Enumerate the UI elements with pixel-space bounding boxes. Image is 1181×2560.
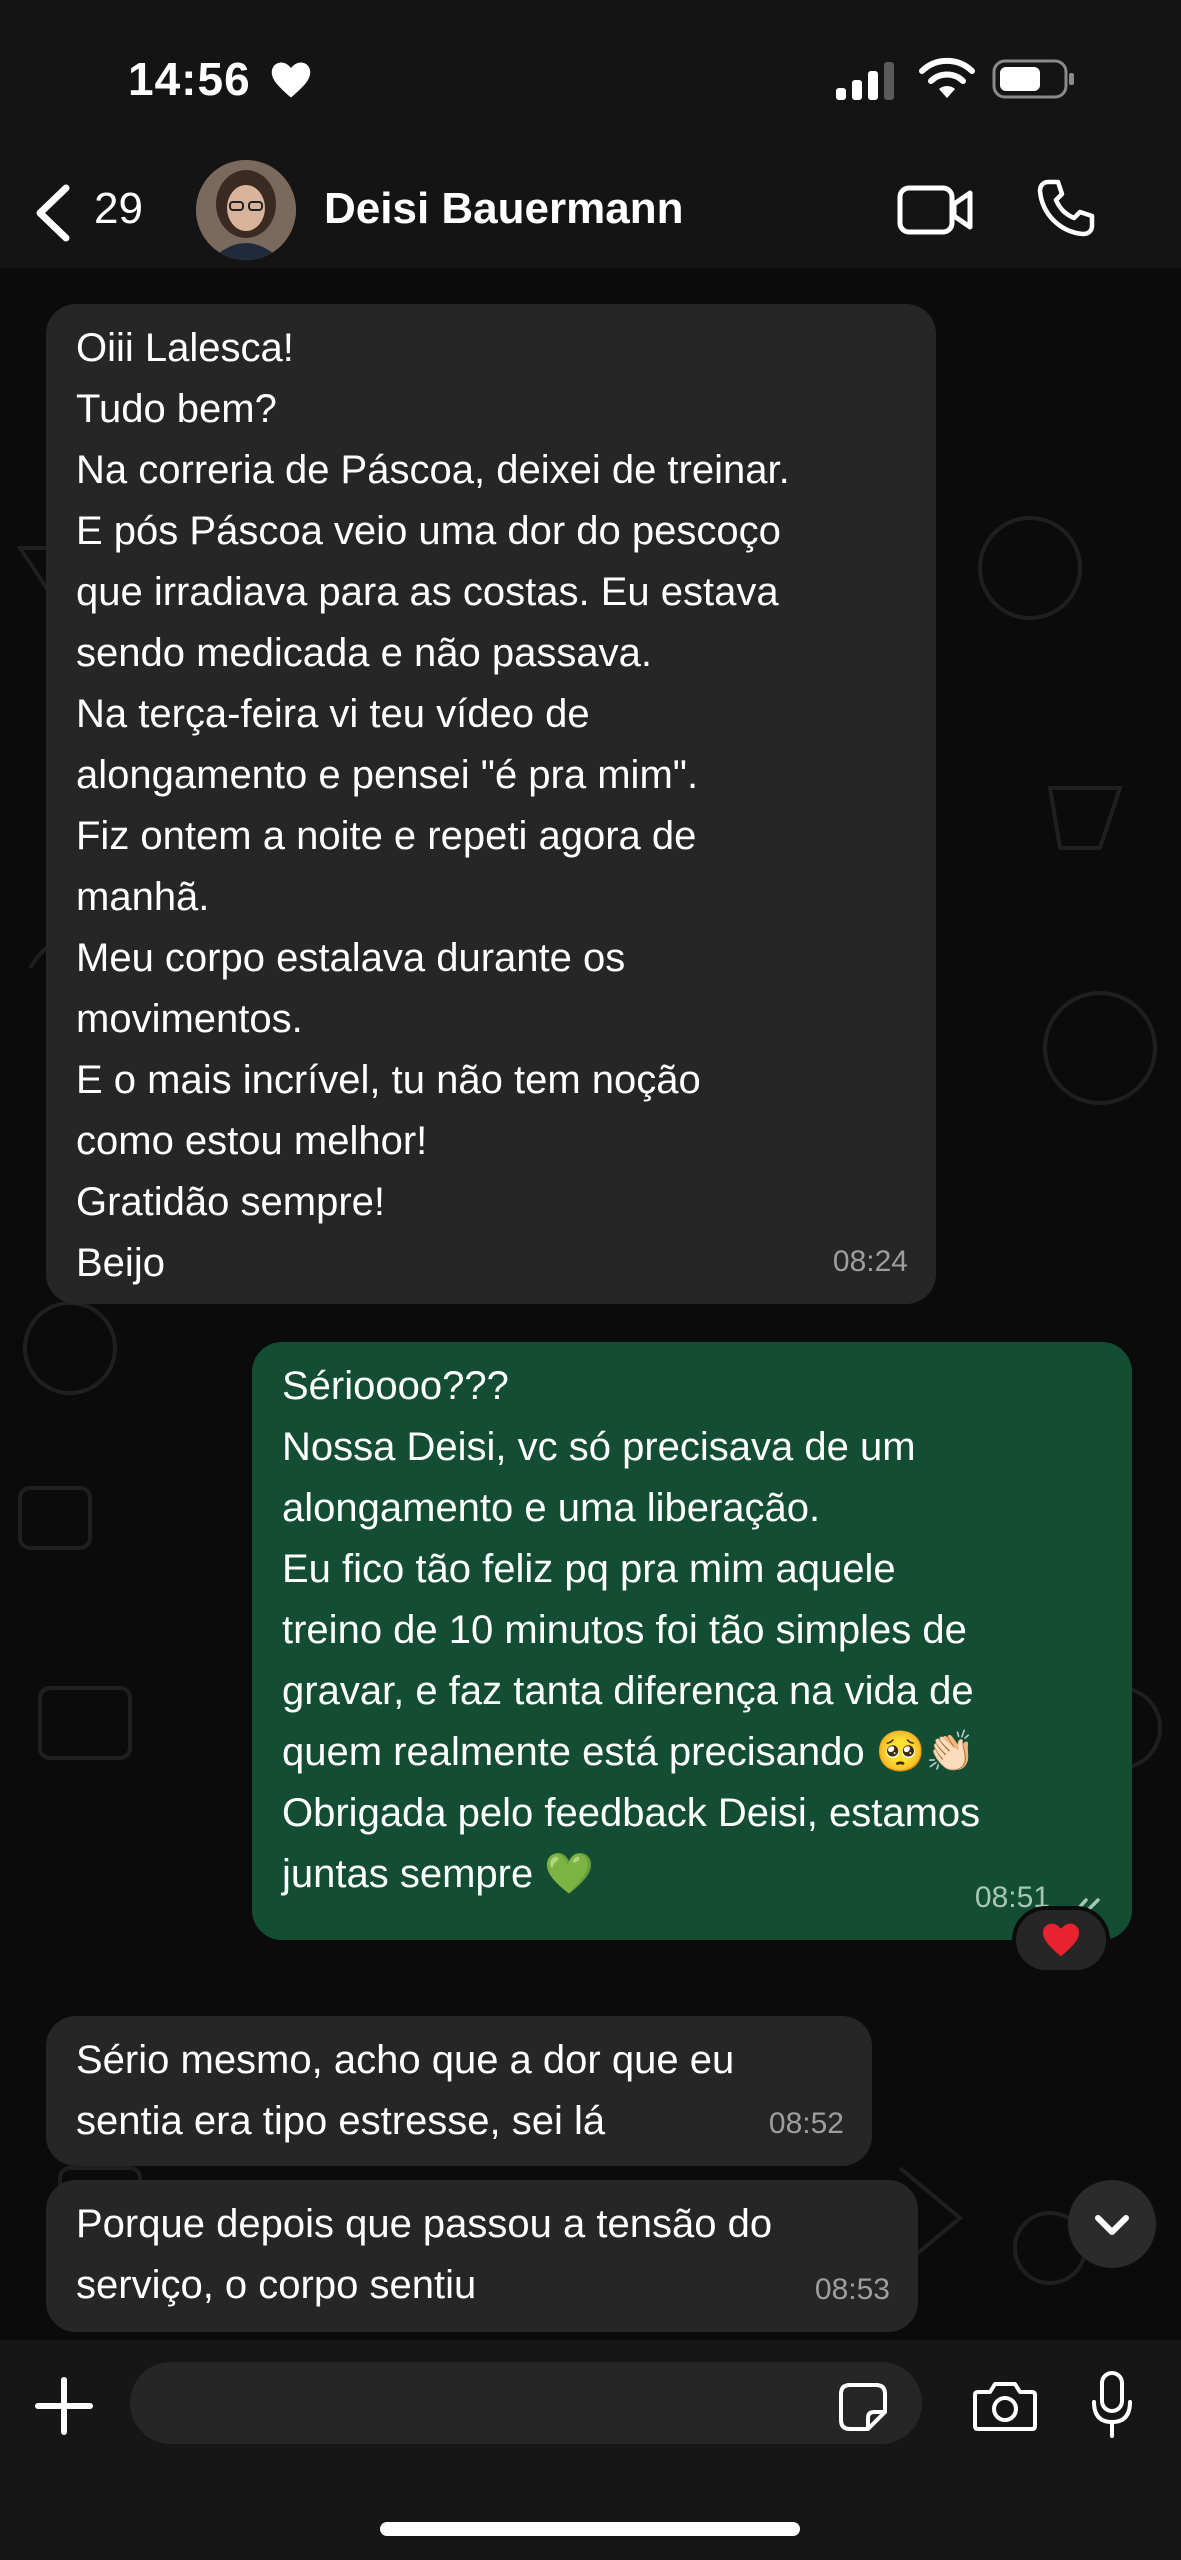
message-input[interactable] [130,2362,922,2444]
message-text: Oiii Lalesca! Tudo bem? Na correria de P… [76,326,790,1285]
message-bubble-incoming[interactable]: Porque depois que passou a tensão do ser… [46,2180,918,2332]
plus-icon[interactable] [34,2376,94,2436]
message-text: Sério mesmo, acho que a dor que eu senti… [76,2038,735,2143]
status-time: 14:56 [128,53,251,105]
sticker-icon[interactable] [838,2382,888,2432]
chat-area[interactable]: Oiii Lalesca! Tudo bem? Na correria de P… [0,268,1181,2340]
unread-count[interactable]: 29 [94,184,143,234]
camera-icon[interactable] [972,2378,1038,2434]
reaction-badge[interactable] [1012,1906,1110,1974]
cellular-signal-icon [836,62,894,100]
wifi-icon [919,57,975,98]
battery-icon [992,59,1074,99]
chevron-down-icon [1095,2215,1129,2235]
chat-header: 29 Deisi Bauermann [0,160,1181,268]
message-input-bar [0,2340,1181,2560]
message-bubble-outgoing[interactable]: Sérioooo??? Nossa Deisi, vc só precisava… [252,1342,1132,1940]
scroll-to-bottom-button[interactable] [1068,2180,1156,2268]
avatar[interactable] [196,160,296,260]
status-bar: 14:56 [0,0,1181,160]
message-time: 08:52 [768,2107,844,2140]
back-chevron-icon[interactable] [30,182,76,244]
message-text: Porque depois que passou a tensão do ser… [76,2202,773,2307]
video-call-icon[interactable] [896,180,976,240]
message-bubble-incoming[interactable]: Oiii Lalesca! Tudo bem? Na correria de P… [46,304,936,1304]
message-time: 08:53 [814,2273,890,2306]
message-bubble-incoming[interactable]: Sério mesmo, acho que a dor que eu senti… [46,2016,872,2166]
microphone-icon[interactable] [1090,2370,1134,2440]
red-heart-icon [1043,1923,1079,1957]
message-text: Sérioooo??? Nossa Deisi, vc só precisava… [282,1364,981,1896]
home-indicator [380,2522,800,2536]
heart-icon [271,62,311,98]
message-time: 08:24 [832,1245,908,1278]
contact-name[interactable]: Deisi Bauermann [324,184,683,234]
phone-call-icon[interactable] [1034,176,1098,240]
